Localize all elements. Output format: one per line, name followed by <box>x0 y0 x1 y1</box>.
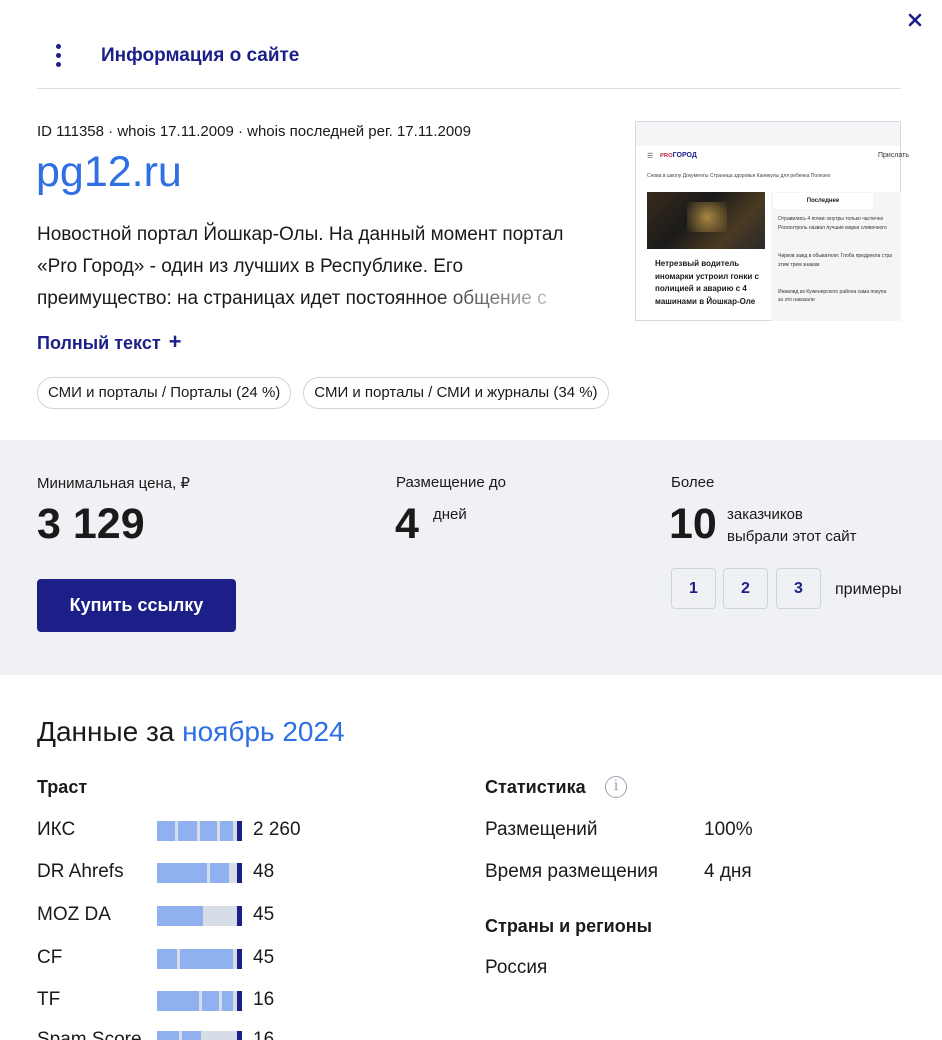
trust-metric-bar-marker <box>237 991 242 1011</box>
trust-metric-bar-marker <box>237 906 242 926</box>
preview-sidebar-item: этим трем знакам <box>778 262 820 268</box>
preview-sidebar-item: Инвалид из Куженерского района сама поку… <box>778 289 887 295</box>
full-text-toggle[interactable]: Полный текст + <box>37 329 182 355</box>
trust-metric-bar-marker <box>237 1031 242 1040</box>
trust-metric-bar-marker <box>237 949 242 969</box>
close-icon[interactable] <box>903 8 927 32</box>
preview-menu: Снова в школу Документы Страница здоровь… <box>647 173 831 179</box>
stat-placements-label: Размещений <box>485 819 598 840</box>
trust-metric-bar <box>157 1031 242 1040</box>
example-button-1[interactable]: 1 <box>671 568 716 609</box>
preview-logo-text: ГОРОД <box>672 152 697 159</box>
placement-label: Размещение до <box>396 474 506 491</box>
trust-metric-bar-marker <box>237 863 242 883</box>
data-section-title: Данные за ноябрь 2024 <box>37 716 345 748</box>
preview-logo-prefix: PRO <box>660 153 673 159</box>
site-domain-link[interactable]: pg12.ru <box>36 148 182 197</box>
trust-metric-value: 45 <box>253 904 275 925</box>
customers-value: 10 <box>669 500 717 548</box>
trust-metric-label: CF <box>37 947 63 968</box>
trust-metric-bar-segment <box>197 821 200 841</box>
preview-headline: Нетрезвый водитель иномарки устроил гонк… <box>655 259 759 306</box>
trust-metric-bar <box>157 906 242 926</box>
trust-metric-label: TF <box>37 989 61 1010</box>
preview-sidebar-head: Последнее <box>773 193 873 209</box>
trust-metric-bar <box>157 991 242 1011</box>
trust-metric-value: 16 <box>253 989 275 1010</box>
trust-metric-value: 48 <box>253 861 275 882</box>
trust-metric-value: 45 <box>253 947 275 968</box>
example-button-2[interactable]: 2 <box>723 568 768 609</box>
data-title-prefix: Данные за <box>37 716 175 747</box>
category-tag[interactable]: СМИ и порталы / Порталы (24 %) <box>37 377 292 409</box>
trust-metric-bar-fill <box>157 863 229 883</box>
preview-right-text: Прислать <box>878 152 910 159</box>
trust-metric-label: ИКС <box>37 819 76 840</box>
trust-heading: Траст <box>37 777 88 797</box>
trust-metric-bar-segment <box>207 1031 210 1040</box>
category-tag[interactable]: СМИ и порталы / СМИ и журналы (34 %) <box>303 377 609 409</box>
stat-time-label: Время размещения <box>485 861 659 882</box>
period-selector[interactable]: ноябрь 2024 <box>182 716 344 747</box>
trust-metric-bar-fill <box>157 949 233 969</box>
example-button-3[interactable]: 3 <box>776 568 821 609</box>
trust-metric-bar-marker <box>237 821 242 841</box>
trust-metric-bar-segment <box>219 991 222 1011</box>
trust-metric-bar-fill <box>157 821 233 841</box>
customers-text-1: заказчиков <box>727 506 803 523</box>
trust-metric-value: 16 <box>253 1029 275 1040</box>
panel-header: Информация о сайте <box>37 0 901 89</box>
trust-metric-bar-segment <box>217 821 220 841</box>
info-icon[interactable]: i <box>605 776 627 798</box>
min-price-value: 3 129 <box>37 500 145 548</box>
full-text-label: Полный текст <box>37 333 161 353</box>
trust-metric-bar <box>157 863 242 883</box>
preview-sidebar-item: Росконтроль назвал лучшие марки сливочно… <box>778 225 887 231</box>
trust-metric-bar-fill <box>157 906 203 926</box>
more-options-icon[interactable] <box>54 44 62 68</box>
description-fade <box>420 284 600 314</box>
trust-metric-bar <box>157 821 242 841</box>
buy-link-button[interactable]: Купить ссылку <box>37 579 236 632</box>
customers-text-2: выбрали этот сайт <box>727 528 857 545</box>
plus-icon: + <box>168 329 182 354</box>
preview-logo: PROГОРОД <box>660 152 697 159</box>
preview-sidebar-item: Чирков зажд в обыватели: Глоба предрекла… <box>778 253 893 259</box>
trust-metric-value: 2 260 <box>253 819 301 840</box>
trust-metric-bar-segment <box>207 863 210 883</box>
examples-label: примеры <box>835 581 902 598</box>
category-tags: СМИ и порталы / Порталы (24 %) СМИ и пор… <box>37 377 609 409</box>
stat-time-value: 4 дня <box>704 861 752 882</box>
placement-unit: дней <box>433 506 467 523</box>
trust-metric-bar-segment <box>177 949 180 969</box>
customers-label: Более <box>671 474 715 491</box>
trust-metric-bar-segment <box>199 991 202 1011</box>
preview-menu-icon: ☰ <box>647 153 654 160</box>
preview-sidebar-item: Отравились 4 почки: внутры только частич… <box>778 216 884 222</box>
preview-photo <box>647 192 765 249</box>
trust-metric-label: DR Ahrefs <box>37 861 124 882</box>
regions-heading: Страны и регионы <box>485 916 652 936</box>
placement-value: 4 <box>395 500 419 548</box>
trust-metric-label: Spam Score <box>37 1029 142 1040</box>
trust-metric-bar-segment <box>175 821 178 841</box>
trust-metric-bar-segment <box>179 1031 182 1040</box>
stat-placements-value: 100% <box>704 819 753 840</box>
site-meta: ID 111358 · whois 17.11.2009 · whois пос… <box>37 123 471 140</box>
stats-heading: Статистика <box>485 777 586 797</box>
min-price-label: Минимальная цена, ₽ <box>37 475 190 492</box>
trust-metric-label: MOZ DA <box>37 904 111 925</box>
preview-browser-bar <box>636 122 900 146</box>
preview-sidebar-item: за это наказали <box>778 297 815 303</box>
trust-metric-bar <box>157 949 242 969</box>
region-item: Россия <box>485 957 548 978</box>
panel-title: Информация о сайте <box>101 45 300 66</box>
